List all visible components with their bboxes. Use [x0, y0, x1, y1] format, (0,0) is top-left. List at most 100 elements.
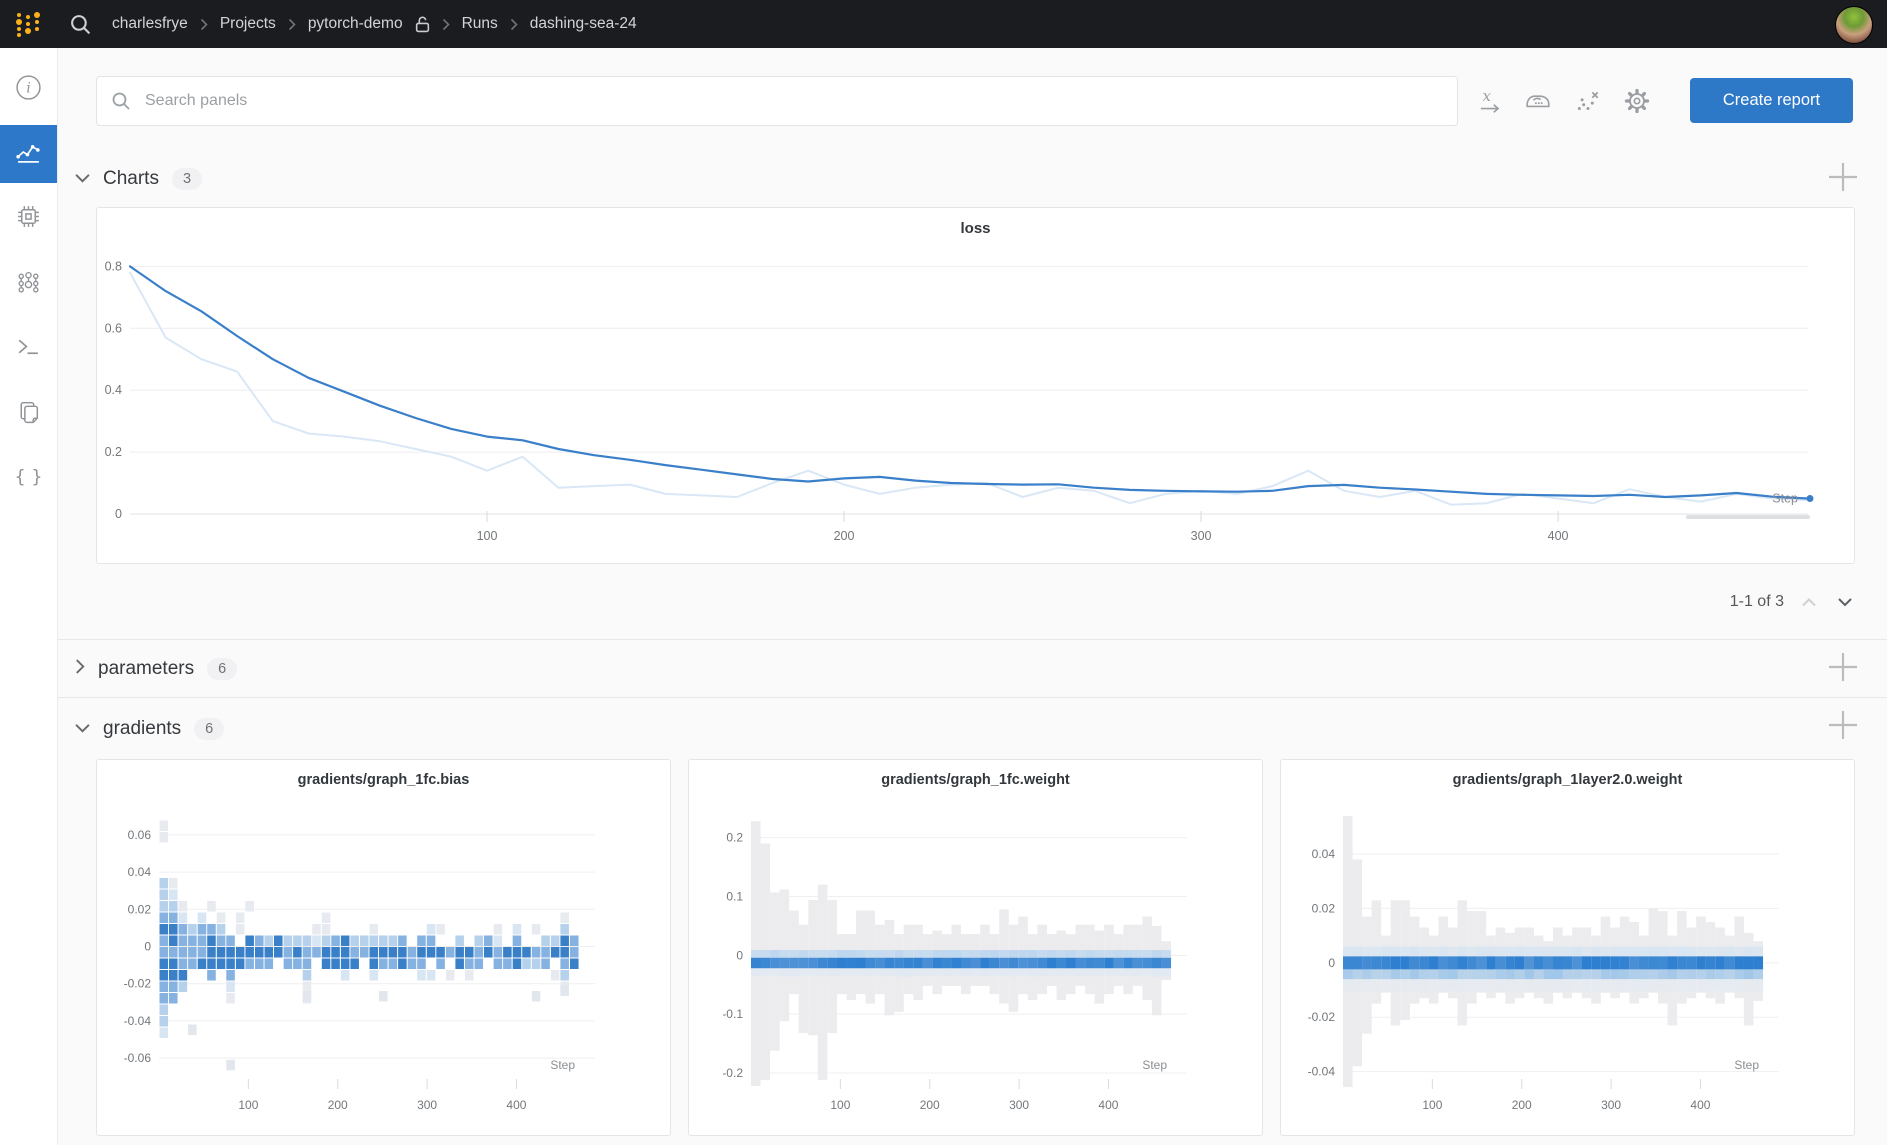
chevron-right-icon [442, 18, 450, 31]
chart-title: gradients/graph_1layer2.0.weight [1452, 772, 1683, 788]
svg-text:{ }: { } [15, 468, 42, 488]
chevron-right-icon [288, 18, 296, 31]
top-navbar: charlesfrye Projects pytorch-demo Runs d… [0, 0, 1887, 48]
sidebar-item-logs[interactable] [0, 320, 57, 378]
svg-text:400: 400 [506, 1098, 526, 1112]
gradients-section-header[interactable]: gradients 6 [75, 710, 225, 748]
charts-section-header[interactable]: Charts 3 [75, 160, 203, 198]
sidebar-item-model[interactable] [0, 256, 57, 314]
info-icon: i [15, 74, 42, 106]
svg-text:400: 400 [1548, 529, 1569, 543]
add-panel-button[interactable] [1824, 648, 1862, 686]
svg-text:300: 300 [1009, 1098, 1029, 1112]
line-chart-icon [15, 138, 42, 170]
panel-gradients-layer2-weight[interactable]: gradients/graph_1layer2.0.weight 0.04 0.0… [1280, 759, 1855, 1136]
sidebar-item-files[interactable] [0, 385, 57, 443]
gear-icon [1624, 88, 1650, 114]
svg-text:-0.2: -0.2 [722, 1066, 743, 1080]
page-down-button[interactable] [1834, 593, 1856, 611]
sidebar-item-system[interactable] [0, 190, 57, 248]
model-graph-icon [15, 269, 42, 301]
svg-text:200: 200 [328, 1098, 348, 1112]
svg-text:200: 200 [920, 1098, 940, 1112]
svg-text:300: 300 [1601, 1098, 1621, 1112]
chart-title: loss [960, 220, 991, 237]
svg-text:-0.02: -0.02 [1308, 1010, 1336, 1024]
svg-text:0.4: 0.4 [105, 383, 122, 397]
svg-text:200: 200 [1512, 1098, 1532, 1112]
svg-text:i: i [26, 81, 30, 97]
outliers-icon [1577, 91, 1599, 111]
panel-gradients-fc-weight[interactable]: gradients/graph_1fc.weight 0.2 0.1 0 -0.1 -0… [688, 759, 1263, 1136]
svg-text:100: 100 [1422, 1098, 1442, 1112]
chevron-down-icon [1838, 598, 1852, 607]
breadcrumb: charlesfrye Projects pytorch-demo Runs d… [112, 15, 637, 33]
svg-text:0: 0 [1328, 956, 1335, 970]
panel-pagination: 1-1 of 3 [1620, 588, 1856, 616]
svg-text:200: 200 [834, 529, 855, 543]
breadcrumb-runs[interactable]: Runs [462, 15, 498, 33]
svg-text:100: 100 [830, 1098, 850, 1112]
sidebar-item-config[interactable]: { } [0, 450, 57, 508]
svg-text:0: 0 [144, 940, 151, 954]
svg-text:-0.1: -0.1 [722, 1007, 743, 1021]
terminal-icon [15, 333, 42, 365]
svg-text:Step: Step [1734, 1058, 1759, 1072]
gradients-fc-weight-chart: 0.2 0.1 0 -0.1 -0.2 100 200 300 400 Step [722, 821, 1187, 1112]
breadcrumb-projects[interactable]: Projects [220, 15, 276, 33]
x-axis-settings-button[interactable]: x [1471, 82, 1509, 120]
svg-text:0.8: 0.8 [105, 259, 122, 273]
braces-icon: { } [14, 463, 42, 495]
parameters-section-header[interactable]: parameters 6 [75, 650, 238, 688]
breadcrumb-run-name[interactable]: dashing-sea-24 [530, 15, 637, 33]
svg-text:0.02: 0.02 [128, 902, 152, 916]
svg-text:300: 300 [1191, 529, 1212, 543]
svg-text:400: 400 [1690, 1098, 1710, 1112]
plus-icon [1829, 653, 1857, 681]
section-title: gradients [103, 718, 182, 739]
page-up-button[interactable] [1798, 593, 1820, 611]
gradients-fc-bias-chart: 0.06 0.04 0.02 0 -0.02 -0.04 -0.06 100 200 300 400… [124, 820, 595, 1112]
settings-button[interactable] [1618, 82, 1656, 120]
breadcrumb-entity[interactable]: charlesfrye [112, 15, 188, 33]
section-divider [57, 697, 1887, 698]
svg-text:100: 100 [477, 529, 498, 543]
svg-text:-0.06: -0.06 [124, 1051, 152, 1065]
add-panel-button[interactable] [1824, 158, 1862, 196]
chevron-down-icon [75, 170, 90, 188]
wandb-logo-icon[interactable] [9, 7, 47, 41]
chevron-down-icon [75, 720, 90, 738]
search-panels-input[interactable] [143, 91, 1457, 111]
breadcrumb-project[interactable]: pytorch-demo [308, 15, 403, 33]
smoothing-button[interactable] [1519, 82, 1557, 120]
create-report-button[interactable]: Create report [1690, 78, 1853, 123]
add-panel-button[interactable] [1824, 706, 1862, 744]
svg-text:0.04: 0.04 [128, 865, 152, 879]
panel-loss[interactable]: loss 0 0.2 0.4 0.6 0.8 100 200 300 400 Step [96, 207, 1855, 564]
files-icon [15, 398, 42, 430]
svg-text:Step: Step [550, 1058, 575, 1072]
sidebar-item-charts[interactable] [0, 125, 57, 183]
chevron-up-icon [1802, 598, 1816, 607]
outliers-button[interactable] [1569, 82, 1607, 120]
svg-text:0.06: 0.06 [128, 828, 152, 842]
svg-text:-0.02: -0.02 [124, 977, 152, 991]
svg-text:0.02: 0.02 [1312, 901, 1336, 915]
gradients-layer2-weight-chart: 0.04 0.02 0 -0.02 -0.04 100 200 300 400 Step [1308, 815, 1779, 1112]
chart-title: gradients/graph_1fc.weight [881, 772, 1070, 788]
svg-text:0.2: 0.2 [726, 831, 743, 845]
sidebar-item-info[interactable]: i [0, 61, 57, 119]
navbar-search-icon[interactable] [69, 13, 92, 36]
svg-text:300: 300 [417, 1098, 437, 1112]
pagination-label: 1-1 of 3 [1729, 593, 1784, 610]
section-count-badge: 3 [171, 168, 203, 190]
panel-gradients-fc-bias[interactable]: gradients/graph_1fc.bias 0.06 0.04 0.02 0 -0… [96, 759, 671, 1136]
user-avatar[interactable] [1835, 6, 1873, 44]
svg-text:Step: Step [1772, 492, 1798, 506]
loss-chart: 0 0.2 0.4 0.6 0.8 100 200 300 400 Step [105, 259, 1814, 543]
svg-text:0.2: 0.2 [105, 445, 122, 459]
wandb-run-page: charlesfrye Projects pytorch-demo Runs d… [0, 0, 1887, 1145]
svg-text:0.6: 0.6 [105, 321, 122, 335]
section-title: parameters [98, 658, 195, 679]
plus-icon [1829, 163, 1857, 191]
